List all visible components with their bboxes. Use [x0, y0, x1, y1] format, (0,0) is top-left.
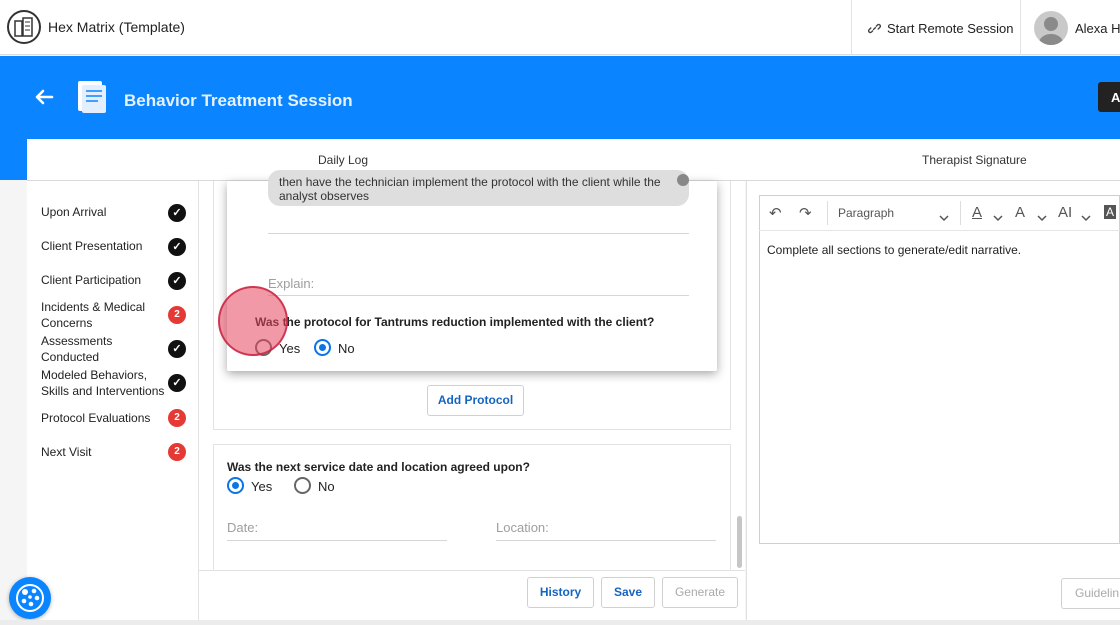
- date-field[interactable]: Date:: [227, 520, 258, 535]
- toolbar-separator: [960, 201, 961, 225]
- toolbar-separator: [827, 201, 828, 225]
- tab-daily-log[interactable]: Daily Log: [318, 153, 368, 167]
- undo-icon[interactable]: ↶: [769, 204, 782, 222]
- font-color-icon[interactable]: A: [972, 204, 982, 221]
- sidebar-item-client-participation[interactable]: Client Participation: [41, 272, 166, 288]
- text-size-icon[interactable]: AI: [1058, 204, 1072, 221]
- protocol-question: Was the protocol for Tantrums reduction …: [255, 315, 655, 329]
- sidebar-item-incidents[interactable]: Incidents & Medical Concerns: [41, 299, 166, 331]
- chevron-down-icon: [939, 209, 949, 227]
- sidebar-item-modeled-behaviors[interactable]: Modeled Behaviors, Skills and Interventi…: [41, 367, 166, 399]
- back-arrow-icon[interactable]: [34, 87, 54, 113]
- settings-fab-icon[interactable]: [9, 577, 51, 619]
- protocol-no-label: No: [338, 341, 355, 356]
- user-name[interactable]: Alexa He: [1075, 21, 1120, 36]
- guideline-button[interactable]: Guidelin: [1061, 578, 1120, 609]
- chevron-down-icon: [993, 209, 1003, 227]
- font-size-icon[interactable]: A: [1015, 204, 1025, 221]
- building-logo-icon[interactable]: [7, 10, 41, 44]
- save-button[interactable]: Save: [601, 577, 655, 608]
- check-icon: ✓: [168, 374, 186, 392]
- divider: [268, 233, 689, 234]
- start-remote-session-button[interactable]: Start Remote Session: [868, 21, 1013, 36]
- chevron-down-icon: [1081, 209, 1091, 227]
- sidebar-item-client-presentation[interactable]: Client Presentation: [41, 238, 166, 254]
- app-title: Hex Matrix (Template): [48, 19, 185, 35]
- top-divider: [1020, 0, 1021, 55]
- check-icon: ✓: [168, 204, 186, 222]
- explain-underline: [268, 295, 689, 296]
- tab-therapist-signature[interactable]: Therapist Signature: [922, 153, 1027, 167]
- chip-close-icon[interactable]: [677, 174, 689, 186]
- section-sidebar: Upon Arrival ✓ Client Presentation ✓ Cli…: [27, 181, 199, 621]
- status-badge: 2: [168, 409, 186, 427]
- status-badge: 2: [168, 306, 186, 324]
- add-protocol-button[interactable]: Add Protocol: [427, 385, 524, 416]
- scrollbar[interactable]: [737, 516, 742, 568]
- document-folder-icon: [74, 79, 110, 120]
- paragraph-select[interactable]: Paragraph: [838, 206, 894, 220]
- sidebar-item-assessments[interactable]: Assessments Conducted: [41, 333, 166, 365]
- sidebar-item-protocol-evaluations[interactable]: Protocol Evaluations: [41, 410, 166, 426]
- generate-button[interactable]: Generate: [662, 577, 738, 608]
- protocol-yes-label: Yes: [279, 341, 301, 356]
- redo-icon[interactable]: ↷: [799, 204, 812, 222]
- top-divider: [851, 0, 852, 55]
- explain-input[interactable]: Explain:: [268, 276, 314, 291]
- narrative-text: Complete all sections to generate/edit n…: [767, 243, 1022, 257]
- protocol-no-radio[interactable]: [314, 339, 331, 356]
- top-bar: Hex Matrix (Template) Start Remote Sessi…: [0, 0, 1120, 55]
- status-badge: 2: [168, 443, 186, 461]
- next-visit-yes-label: Yes: [251, 479, 273, 494]
- link-icon: [868, 23, 881, 34]
- click-indicator: [218, 286, 288, 356]
- next-visit-question: Was the next service date and location a…: [227, 460, 530, 474]
- sidebar-item-next-visit[interactable]: Next Visit: [41, 444, 166, 460]
- history-button[interactable]: History: [527, 577, 594, 608]
- chevron-down-icon: [1037, 209, 1047, 227]
- start-remote-session-label: Start Remote Session: [887, 21, 1014, 36]
- protocol-chip: then have the technician implement the p…: [268, 170, 689, 206]
- next-visit-yes-radio[interactable]: [227, 477, 244, 494]
- location-field[interactable]: Location:: [496, 520, 549, 535]
- check-icon: ✓: [168, 272, 186, 290]
- bottom-strip: [0, 620, 1120, 625]
- page-title: Behavior Treatment Session: [124, 91, 353, 110]
- corner-action-button[interactable]: A: [1098, 82, 1120, 112]
- check-icon: ✓: [168, 238, 186, 256]
- avatar[interactable]: [1034, 11, 1068, 45]
- location-underline: [496, 540, 716, 541]
- date-underline: [227, 540, 447, 541]
- next-visit-no-radio[interactable]: [294, 477, 311, 494]
- next-visit-no-label: No: [318, 479, 335, 494]
- check-icon: ✓: [168, 340, 186, 358]
- sidebar-item-upon-arrival[interactable]: Upon Arrival: [41, 204, 166, 220]
- highlight-icon[interactable]: A: [1104, 205, 1117, 219]
